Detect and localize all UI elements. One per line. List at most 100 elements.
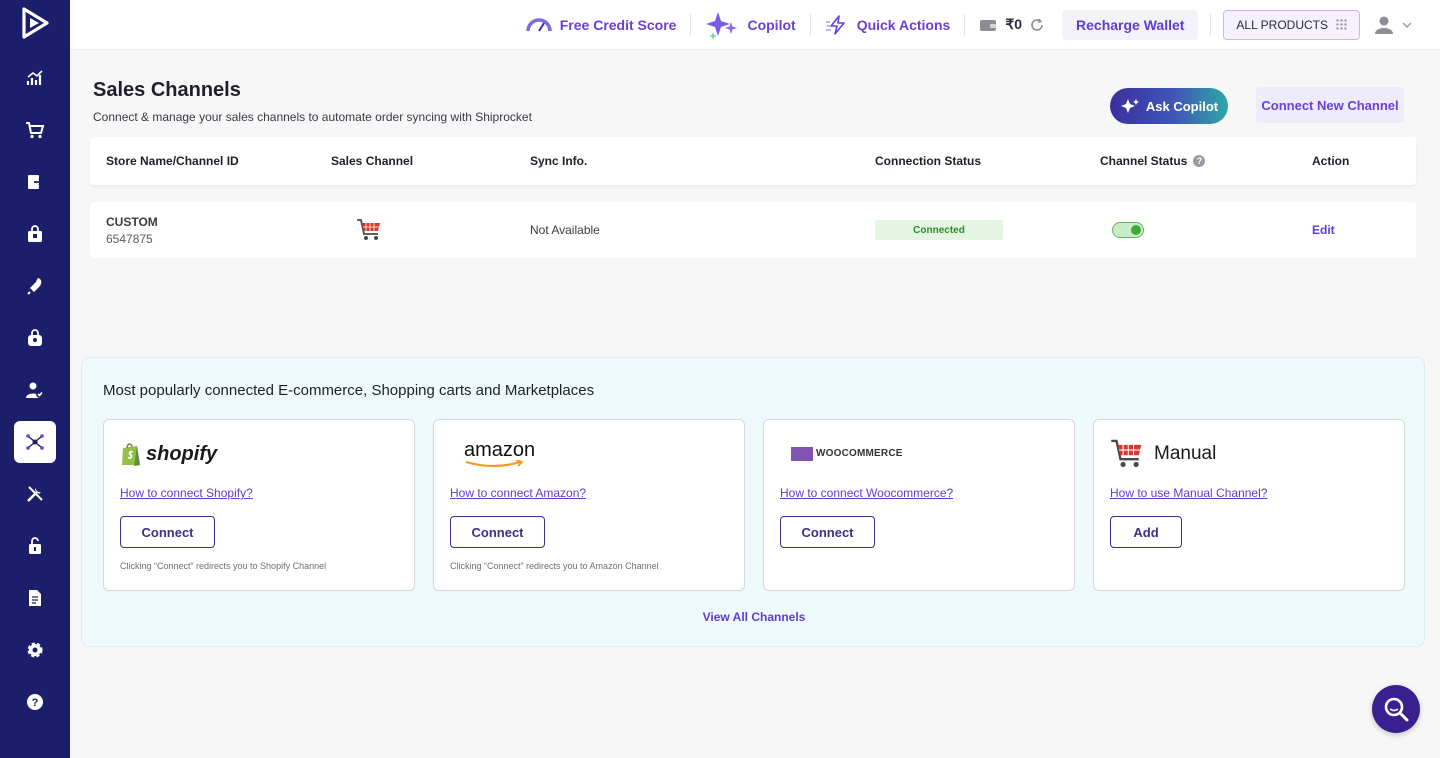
- amazon-smile-icon: [465, 460, 524, 468]
- popular-channels-title: Most popularly connected E-commerce, Sho…: [103, 382, 595, 399]
- all-products-button[interactable]: ALL PRODUCTS: [1223, 9, 1360, 40]
- manual-logo: Manual: [1110, 434, 1216, 474]
- info-icon[interactable]: ?: [1193, 155, 1206, 167]
- copilot-label: Copilot: [747, 16, 796, 33]
- column-header: Action: [1312, 154, 1350, 168]
- copilot-button[interactable]: Copilot: [691, 10, 809, 40]
- connect-amazon-button[interactable]: Connect: [450, 516, 545, 548]
- sidebar-item-billing[interactable]: [14, 577, 56, 619]
- page-subtitle: Connect & manage your sales channels to …: [93, 110, 532, 124]
- action-cell: Edit: [1312, 202, 1335, 258]
- sidebar-item-shipments[interactable]: [14, 213, 56, 255]
- edit-link[interactable]: Edit: [1312, 223, 1335, 237]
- status-badge: Connected: [875, 220, 1003, 240]
- sidebar: ?: [0, 0, 70, 758]
- channel-card-manual: Manual How to use Manual Channel? Add: [1093, 419, 1405, 591]
- amazon-logo: amazon: [464, 434, 535, 474]
- recharge-wallet-button[interactable]: Recharge Wallet: [1062, 9, 1199, 40]
- store-name: CUSTOM: [106, 214, 158, 229]
- gauge-icon: [526, 17, 552, 32]
- shopify-redirect-note: Clicking “Connect” redirects you to Shop…: [120, 561, 327, 571]
- how-to-connect-amazon-link[interactable]: How to connect Amazon?: [450, 486, 586, 500]
- sidebar-item-customers[interactable]: [14, 369, 56, 411]
- top-bar: Free Credit Score Copilot Quick Actions …: [70, 0, 1440, 50]
- tools-icon: [27, 486, 43, 502]
- sales-channel-cell: [356, 202, 382, 258]
- svg-text:?: ?: [32, 697, 39, 709]
- sparkle-icon: [706, 11, 738, 40]
- add-manual-channel-button[interactable]: Add: [1110, 516, 1182, 548]
- lightning-icon: [825, 14, 845, 35]
- sidebar-item-settings[interactable]: [14, 629, 56, 671]
- sidebar-item-returns[interactable]: [14, 161, 56, 203]
- rocket-icon: [27, 278, 42, 295]
- returns-icon: [28, 175, 44, 189]
- channels-icon: [26, 434, 44, 450]
- wallet-amount: ₹0: [1005, 16, 1023, 32]
- sidebar-item-orders[interactable]: [14, 109, 56, 151]
- sidebar-item-analytics[interactable]: [14, 57, 56, 99]
- channel-card-amazon: amazon How to connect Amazon? Connect Cl…: [433, 419, 745, 591]
- sidebar-item-quick-ship[interactable]: [14, 265, 56, 307]
- amazon-redirect-note: Clicking “Connect” redirects you to Amaz…: [450, 561, 659, 571]
- profile-menu[interactable]: [1374, 15, 1412, 35]
- table-row: CUSTOM 6547875 Not Available Connected E…: [90, 202, 1416, 258]
- sync-info: Not Available: [530, 223, 600, 237]
- app-logo[interactable]: [0, 0, 70, 46]
- all-products-label: ALL PRODUCTS: [1236, 17, 1328, 32]
- sidebar-item-channels[interactable]: [14, 421, 56, 463]
- refresh-icon[interactable]: [1030, 18, 1044, 32]
- sidebar-item-tools[interactable]: [14, 473, 56, 515]
- connect-shopify-button[interactable]: Connect: [120, 516, 215, 548]
- quick-actions-button[interactable]: Quick Actions: [811, 10, 965, 40]
- play-logo-icon: [22, 7, 49, 39]
- quick-actions-label: Quick Actions: [856, 16, 951, 33]
- shopify-logo-text: shopify: [146, 442, 218, 465]
- help-icon: ?: [27, 694, 43, 710]
- how-to-connect-shopify-link[interactable]: How to connect Shopify?: [120, 486, 253, 500]
- wallet-icon: [980, 19, 997, 31]
- sidebar-item-buyer-experience[interactable]: [14, 317, 56, 359]
- view-all-channels-link[interactable]: View All Channels: [82, 610, 1426, 624]
- manual-logo-text: Manual: [1154, 443, 1217, 464]
- table-header: Store Name/Channel ID Sales Channel Sync…: [90, 137, 1416, 185]
- channel-id: 6547875: [106, 231, 153, 246]
- channel-status-cell: [1112, 202, 1144, 258]
- channel-card-shopify: shopify How to connect Shopify? Connect …: [103, 419, 415, 591]
- woocommerce-logo-text: WOOCOMMERCE: [791, 447, 903, 461]
- connect-new-channel-button[interactable]: Connect New Channel: [1256, 87, 1404, 123]
- page-title: Sales Channels: [93, 79, 241, 101]
- free-credit-score-button[interactable]: Free Credit Score: [512, 10, 691, 40]
- avatar-icon: [1375, 16, 1393, 34]
- how-to-use-manual-channel-link[interactable]: How to use Manual Channel?: [1110, 486, 1267, 500]
- bag-icon: [28, 225, 42, 242]
- connection-status-cell: Connected: [875, 202, 1003, 258]
- divider: [1210, 13, 1212, 36]
- shopify-bag-icon: [122, 443, 140, 466]
- column-header: Store Name/Channel ID: [106, 154, 239, 168]
- sparkle-icon: [1120, 99, 1139, 113]
- ask-copilot-button[interactable]: Ask Copilot: [1110, 88, 1228, 124]
- amazon-logo-text: amazon: [464, 439, 536, 461]
- popular-channels-section: Most popularly connected E-commerce, Sho…: [81, 357, 1425, 647]
- free-credit-score-label: Free Credit Score: [559, 16, 677, 33]
- sidebar-item-security[interactable]: [14, 525, 56, 567]
- column-header: Connection Status: [875, 154, 982, 168]
- grid-icon: [1336, 19, 1347, 30]
- document-icon: [29, 590, 41, 606]
- store-cell: CUSTOM 6547875: [106, 202, 158, 258]
- column-header: Sync Info.: [530, 154, 588, 168]
- column-header-label: Channel Status: [1100, 154, 1188, 168]
- connect-woocommerce-button[interactable]: Connect: [780, 516, 875, 548]
- wallet-balance: ₹0: [965, 10, 1058, 40]
- sidebar-item-help[interactable]: ?: [14, 681, 56, 723]
- how-to-connect-woocommerce-link[interactable]: How to connect Woocommerce?: [780, 486, 953, 500]
- channel-status-toggle[interactable]: [1112, 222, 1144, 238]
- search-icon: [1384, 697, 1409, 722]
- user-check-icon: [26, 382, 44, 398]
- ask-copilot-label: Ask Copilot: [1145, 98, 1219, 114]
- chevron-down-icon: [1402, 22, 1412, 28]
- main-content: Sales Channels Connect & manage your sal…: [70, 51, 1440, 758]
- channel-card-woocommerce: WOOCOMMERCE How to connect Woocommerce? …: [763, 419, 1075, 591]
- search-help-fab[interactable]: [1372, 685, 1420, 733]
